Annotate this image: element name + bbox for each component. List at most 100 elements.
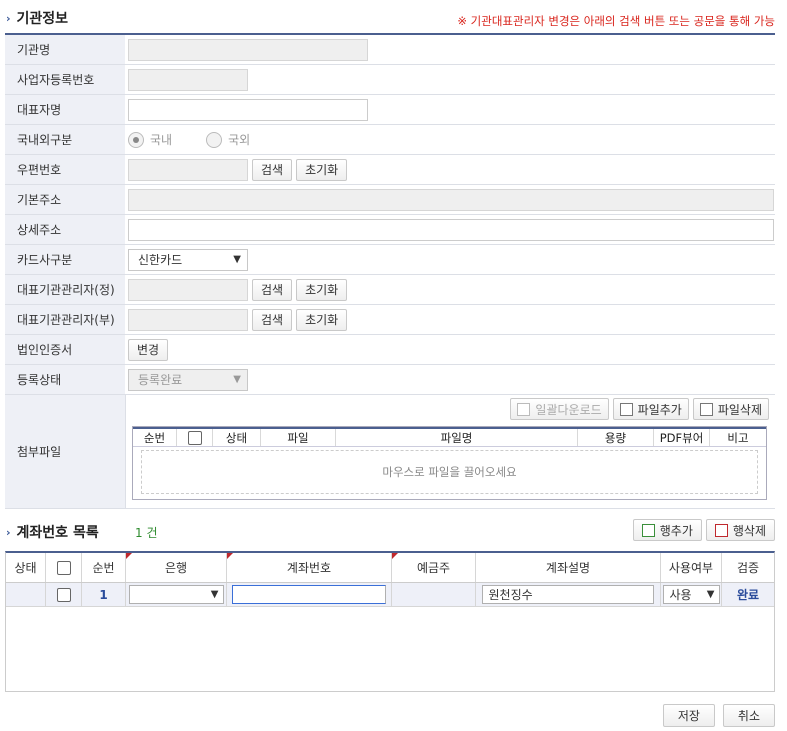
description-input[interactable]: 원천징수 — [481, 585, 655, 604]
manager-main-input[interactable] — [128, 278, 248, 301]
file-toolbar: 일괄다운로드 파일추가 파일삭제 — [130, 398, 769, 420]
col-holder: 예금주 — [392, 553, 476, 582]
file-select-all-checkbox-cell — [177, 429, 213, 446]
col-checkbox — [46, 553, 82, 582]
row-cert: 법인인증서 변경 — [5, 335, 775, 365]
col-seq: 순번 — [82, 553, 126, 582]
delete-row-button[interactable]: 행삭제 — [705, 519, 775, 541]
card-select[interactable]: 신한카드 ▼ — [128, 248, 248, 271]
zipcode-input[interactable] — [128, 158, 248, 181]
row-status: 등록상태 등록완료 ▼ — [5, 365, 775, 395]
col-verify: 검증 — [736, 561, 760, 575]
domestic-label: 국내외구분 — [5, 125, 125, 154]
manager-main-reset-button[interactable]: 초기화 — [296, 278, 348, 301]
manager-sub-input[interactable] — [128, 308, 248, 331]
org-name-input[interactable] — [128, 38, 368, 61]
add-row-button[interactable]: 행추가 — [632, 519, 702, 541]
col-account-no: 계좌번호 — [227, 553, 392, 582]
add-row-label: 행추가 — [659, 523, 693, 538]
file-grid-header: 순번 상태 파일 파일명 용량 PDF뷰어 비고 — [133, 427, 766, 447]
manager-sub-reset-button[interactable]: 초기화 — [296, 308, 348, 331]
row-holder — [392, 583, 476, 606]
row-domestic: 국내외구분 국내 국외 — [5, 125, 775, 155]
bizno-input[interactable] — [128, 68, 248, 91]
radio-foreign-label: 국외 — [228, 133, 251, 147]
row-address: 기본주소 — [5, 185, 775, 215]
radio-foreign[interactable]: 국외 — [206, 131, 250, 148]
file-grid: 순번 상태 파일 파일명 용량 PDF뷰어 비고 마우스로 파일을 끌어오세요 — [132, 426, 767, 500]
zipcode-reset-button[interactable]: 초기화 — [296, 158, 348, 181]
zipcode-label: 우편번호 — [5, 155, 125, 184]
account-no-input[interactable] — [231, 585, 387, 604]
table-row[interactable]: 1 ▼ 원천징수 사용 ▼ 완료 — [6, 583, 774, 607]
row-org-name: 기관명 — [5, 35, 775, 65]
bank-select[interactable]: ▼ — [128, 585, 224, 604]
download-all-label: 일괄다운로드 — [535, 402, 602, 417]
file-col-note: 비고 — [727, 430, 749, 445]
org-name-label: 기관명 — [5, 35, 125, 64]
chevron-down-icon: ▼ — [233, 374, 241, 385]
org-info-header: › 기관정보 ※ 기관대표관리자 변경은 아래의 검색 버튼 또는 공문을 통해… — [0, 4, 787, 30]
file-col-filename: 파일명 — [336, 429, 578, 446]
floppy-icon — [517, 402, 531, 416]
delete-row-icon — [714, 523, 728, 537]
rep-name-input[interactable] — [128, 98, 368, 121]
row-manager-sub: 대표기관관리자(부) 검색 초기화 — [5, 305, 775, 335]
use-select[interactable]: 사용 ▼ — [662, 585, 720, 604]
radio-unchecked-icon — [206, 131, 223, 148]
address-detail-input[interactable] — [128, 218, 774, 241]
accounts-header: › 계좌번호 목록 1 건 행추가 행삭제 — [0, 517, 787, 545]
delete-file-button[interactable]: 파일삭제 — [692, 398, 769, 420]
row-status-cell — [6, 583, 46, 606]
org-info-form: 기관명 사업자등록번호 대표자명 국내외구분 국내 국외 우편번호 검색 초기화… — [5, 33, 775, 509]
download-all-button[interactable]: 일괄다운로드 — [510, 398, 609, 420]
row-attachments: 첨부파일 일괄다운로드 파일추가 파일삭제 순번 상태 파일 파일명 용량 PD… — [5, 395, 775, 509]
accounts-select-all-checkbox[interactable] — [56, 560, 71, 575]
status-select[interactable]: 등록완료 ▼ — [128, 368, 248, 391]
add-file-button[interactable]: 파일추가 — [612, 398, 689, 420]
manager-main-search-button[interactable]: 검색 — [252, 278, 293, 301]
cancel-button[interactable]: 취소 — [722, 704, 775, 727]
file-add-icon — [619, 402, 633, 416]
accounts-toolbar: 행추가 행삭제 — [629, 519, 775, 541]
select-all-checkbox[interactable] — [187, 430, 202, 445]
zipcode-search-button[interactable]: 검색 — [252, 158, 293, 181]
accounts-grid-header: 상태 순번 은행 계좌번호 예금주 계좌설명 사용여부 검증 — [6, 553, 774, 583]
cert-label: 법인인증서 — [5, 335, 125, 364]
delete-file-label: 파일삭제 — [717, 402, 762, 417]
file-delete-icon — [699, 402, 713, 416]
attachments-label: 첨부파일 — [5, 395, 125, 508]
row-seq: 1 — [82, 583, 126, 606]
row-account-cell — [227, 583, 392, 606]
cert-change-button[interactable]: 변경 — [128, 338, 169, 361]
manager-change-notice: ※ 기관대표관리자 변경은 아래의 검색 버튼 또는 공문을 통해 가능 — [457, 14, 775, 28]
accounts-count: 1 건 — [135, 526, 158, 540]
radio-checked-icon — [128, 131, 144, 148]
row-verify: 완료 — [736, 588, 760, 602]
delete-row-label: 행삭제 — [732, 523, 766, 538]
row-checkbox[interactable] — [56, 587, 71, 602]
save-button[interactable]: 저장 — [662, 704, 715, 727]
org-info-title: 기관정보 — [16, 11, 69, 27]
address-input[interactable] — [128, 188, 774, 211]
col-description: 계좌설명 — [476, 553, 661, 582]
chevron-down-icon: ▼ — [706, 589, 715, 600]
address-detail-label: 상세주소 — [5, 215, 125, 244]
row-use-cell: 사용 ▼ — [661, 583, 722, 606]
col-status: 상태 — [6, 553, 46, 582]
add-file-label: 파일추가 — [637, 402, 682, 417]
radio-domestic[interactable]: 국내 — [128, 131, 172, 148]
manager-sub-search-button[interactable]: 검색 — [252, 308, 293, 331]
chevron-down-icon: ▼ — [210, 589, 219, 600]
bizno-label: 사업자등록번호 — [5, 65, 125, 94]
col-bank: 은행 — [126, 553, 227, 582]
row-checkbox-cell — [46, 583, 82, 606]
row-manager-main: 대표기관관리자(정) 검색 초기화 — [5, 275, 775, 305]
accounts-title: 계좌번호 목록 — [16, 525, 99, 541]
address-label: 기본주소 — [5, 185, 125, 214]
file-drop-zone[interactable]: 마우스로 파일을 끌어오세요 — [141, 450, 758, 494]
section-title: › 기관정보 — [6, 8, 68, 28]
row-bizno: 사업자등록번호 — [5, 65, 775, 95]
accounts-grid: 상태 순번 은행 계좌번호 예금주 계좌설명 사용여부 검증 1 ▼ 원천징수 … — [5, 551, 775, 692]
file-col-status: 상태 — [213, 429, 261, 446]
